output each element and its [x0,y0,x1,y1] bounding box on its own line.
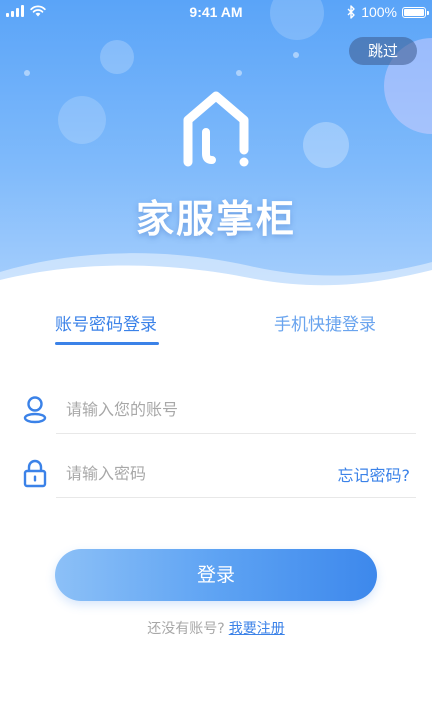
decor-dot [293,52,299,58]
app-name: 家服掌柜 [135,197,296,241]
status-bar: 9:41 AM 100% [0,0,432,24]
tab-password-login[interactable]: 账号密码登录 [55,310,157,335]
login-header: 9:41 AM 100% 跳过 家服掌柜 [0,0,432,300]
forgot-password-link[interactable]: 忘记密码? [338,462,411,486]
battery-percent: 100% [361,4,397,20]
password-input[interactable] [66,458,306,488]
password-field-row: 忘记密码? [0,448,432,498]
divider [56,497,416,498]
register-text: 还没有账号? [147,621,225,637]
divider [56,433,416,434]
decor-dot [236,70,242,76]
decor-bubble [303,122,349,168]
active-tab-indicator [55,342,159,345]
user-icon [23,396,47,424]
decor-bubble [100,40,134,74]
header-wave [0,253,432,300]
skip-button[interactable]: 跳过 [349,37,417,65]
tab-phone-login[interactable]: 手机快捷登录 [274,310,376,335]
login-button[interactable]: 登录 [55,549,377,601]
house-logo-icon [183,91,249,167]
account-input[interactable] [66,394,306,424]
account-field-row [0,384,432,434]
battery-fill [404,8,424,16]
register-prompt: 还没有账号? 我要注册 [0,618,432,638]
bluetooth-icon [347,5,355,19]
register-link[interactable]: 我要注册 [229,621,285,637]
decor-bubble [58,96,106,144]
lock-icon [23,459,47,488]
battery-icon [402,6,429,18]
decor-dot [24,70,30,76]
